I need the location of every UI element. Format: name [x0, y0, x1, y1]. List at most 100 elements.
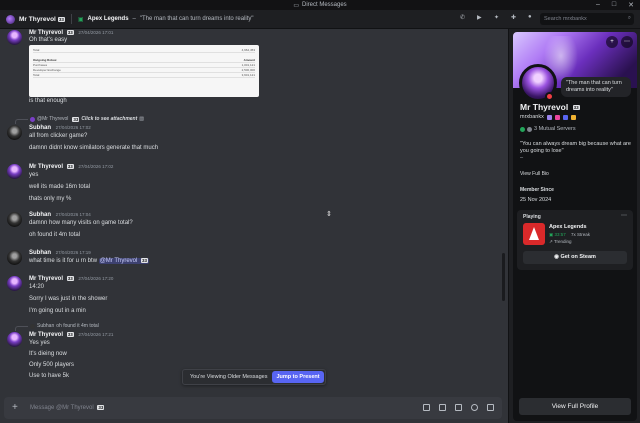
older-messages-label: You're Viewing Older Messages: [190, 374, 268, 380]
server-icon: [527, 126, 532, 132]
message-text: Oh that's easy: [29, 37, 68, 43]
author-badge: 33: [66, 164, 74, 169]
message-header: Mr Thyrevol 33 27/04/2026 17:01: [29, 30, 113, 36]
reply-connector: [15, 119, 28, 124]
author-badge: 33: [66, 30, 74, 35]
pin-icon[interactable]: ✦: [494, 14, 502, 22]
message-text: It's dieing now: [29, 351, 67, 357]
mouse-cursor-icon: ⇕: [326, 211, 332, 218]
maximize-icon[interactable]: □: [612, 1, 616, 9]
user-mention[interactable]: @Mr Thyrevol 33: [98, 258, 150, 265]
timestamp: 27/04/2026 17:04: [55, 212, 91, 217]
game-elapsed: ▣ 33:57 7x Streak: [549, 232, 591, 237]
add-friend-icon[interactable]: +: [606, 36, 618, 48]
message-text: Sorry I was just in the shower: [29, 296, 108, 302]
message-header: Mr Thyrevol 33 27/04/2026 17:02: [29, 164, 113, 170]
window-controls: – □ ✕: [596, 1, 634, 9]
author-name[interactable]: Mr Thyrevol: [29, 276, 63, 282]
message-placeholder: Message @Mr Thyrevol 33: [30, 405, 105, 412]
mutual-servers[interactable]: 3 Mutual Servers: [520, 126, 576, 132]
avatar[interactable]: [7, 30, 22, 45]
badge-icon[interactable]: [562, 114, 568, 120]
avatar[interactable]: [7, 250, 22, 265]
voice-call-icon[interactable]: ✆: [460, 14, 468, 22]
window-title: ▭ Direct Messages: [293, 2, 347, 9]
search-icon: ⌕: [627, 15, 631, 21]
direct-messages-icon: ▭: [293, 2, 299, 9]
banner-actions: + ⋯: [606, 36, 633, 48]
profile-bio: "You can always dream big because what a…: [520, 141, 631, 161]
avatar[interactable]: [7, 332, 22, 347]
game-name: Apex Legends: [549, 224, 587, 230]
message-text: all from clicker game?: [29, 133, 88, 139]
sticker-icon[interactable]: [455, 404, 462, 411]
message-composer: + Message @Mr Thyrevol 33: [0, 395, 508, 423]
timestamp: 27/04/2026 17:19: [55, 250, 91, 255]
reply-preview[interactable]: Subhan oh found it 4m total: [30, 323, 99, 329]
author-name[interactable]: Mr Thyrevol: [29, 332, 63, 338]
header-actions: ✆ ▶ ✦ ✚ ●: [460, 14, 536, 22]
avatar[interactable]: [7, 276, 22, 291]
badge-icon[interactable]: [554, 114, 560, 120]
author-name[interactable]: Mr Thyrevol: [29, 30, 63, 36]
author-name[interactable]: Subhan: [29, 212, 51, 218]
minimize-icon[interactable]: –: [596, 1, 600, 9]
message-text: well its made 16m total: [29, 184, 91, 190]
profile-display-name: Mr Thyrevol 33: [520, 102, 580, 112]
reply-avatar: [30, 323, 35, 329]
game-controller-icon: ▣: [77, 16, 84, 23]
message-input[interactable]: + Message @Mr Thyrevol 33: [4, 397, 502, 419]
add-attachment-icon[interactable]: +: [12, 402, 18, 413]
dm-header: Mr Thyrevol 33 ▣ Apex Legends – "The man…: [0, 10, 640, 29]
author-name[interactable]: Subhan: [29, 125, 51, 131]
apps-icon[interactable]: [487, 404, 494, 411]
older-messages-bar: You're Viewing Older Messages Jump to Pr…: [182, 369, 326, 385]
author-name[interactable]: Mr Thyrevol: [29, 164, 63, 170]
image-attachment[interactable]: Total 4,962,453 Outgoing Robux Amount Purc…: [29, 45, 259, 97]
user-profile-icon[interactable]: ●: [528, 14, 536, 22]
timestamp: 27/04/2026 17:01: [78, 30, 114, 36]
emoji-icon[interactable]: [471, 404, 478, 411]
add-friend-icon[interactable]: ✚: [511, 14, 519, 22]
search-input[interactable]: Search mrxbankx ⌕: [540, 13, 634, 25]
view-full-bio-link[interactable]: View Full Bio: [520, 171, 549, 177]
server-icon: [520, 126, 525, 132]
header-status: ▣ Apex Legends – "The man that can turn …: [77, 16, 254, 23]
message-text: yes: [29, 172, 39, 178]
reply-preview[interactable]: @Mr Thyrevol 33 Click to see attachment …: [30, 116, 144, 122]
message-text: damnn didnt know similators generate tha…: [29, 145, 159, 151]
get-on-steam-button[interactable]: ◉ Get on Steam: [523, 251, 627, 264]
avatar[interactable]: [7, 164, 22, 179]
avatar[interactable]: [7, 212, 22, 227]
video-call-icon[interactable]: ▶: [477, 14, 485, 22]
message-list[interactable]: Mr Thyrevol 33 27/04/2026 17:01 Oh that'…: [0, 29, 508, 395]
reply-connector: [15, 326, 28, 331]
apex-legends-icon: [523, 223, 545, 245]
jump-to-present-button[interactable]: Jump to Present: [272, 371, 324, 383]
message-text: I'm going out in a min: [29, 308, 86, 314]
author-badge: 33: [66, 276, 74, 281]
message-header: Subhan 27/04/2026 17:04: [29, 212, 91, 218]
message-text: thats only my %: [29, 196, 72, 202]
header-username[interactable]: Mr Thyrevol: [19, 16, 56, 23]
badge-icon[interactable]: [570, 114, 576, 120]
game-trending: ↗ Trending: [549, 239, 572, 244]
header-avatar[interactable]: [6, 14, 15, 24]
timestamp: 27/04/2026 17:20: [78, 276, 114, 282]
gif-icon[interactable]: [439, 404, 446, 411]
message-header: Subhan 27/04/2026 17:19: [29, 250, 91, 256]
reply-avatar: [30, 116, 35, 122]
embed-row: Total 3,601,121: [33, 73, 255, 78]
badge-icon[interactable]: [546, 114, 552, 120]
close-icon[interactable]: ✕: [628, 1, 634, 9]
message-text: Yes yes: [29, 340, 50, 346]
view-full-profile-button[interactable]: View Full Profile: [519, 398, 631, 415]
scrollbar-thumb[interactable]: [502, 253, 505, 301]
gift-icon[interactable]: [423, 404, 430, 411]
author-name[interactable]: Subhan: [29, 250, 51, 256]
message-text: oh found it 4m total: [29, 232, 81, 238]
more-options-icon[interactable]: ⋯: [621, 212, 627, 219]
avatar[interactable]: [7, 125, 22, 140]
message-header: Mr Thyrevol 33 27/04/2026 17:21: [29, 332, 113, 338]
more-options-icon[interactable]: ⋯: [621, 36, 633, 48]
